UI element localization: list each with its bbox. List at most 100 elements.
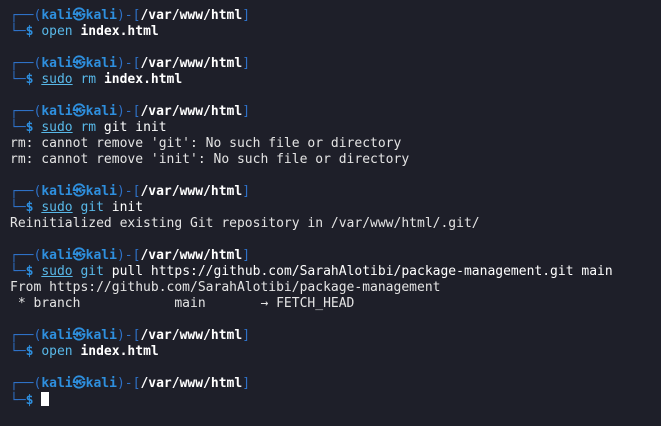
prompt-corner-bottom: └─ [10, 200, 26, 215]
command-token: open [41, 24, 73, 39]
command-line: └─$ open index.html [10, 24, 661, 40]
prompt-user: kali [41, 328, 73, 343]
command-token: git [80, 264, 104, 279]
prompt-bracket-close: ] [242, 56, 251, 71]
prompt-host: kali [85, 376, 117, 391]
prompt-bracket: )-[ [116, 376, 141, 391]
prompt-corner: ┌──( [10, 248, 42, 263]
command-token: rm [80, 72, 97, 87]
command-token: open [41, 344, 73, 359]
prompt-bracket-close: ] [242, 8, 251, 23]
prompt-bracket: )-[ [116, 184, 141, 199]
prompt-header: ┌──(kali㉿kali)-[/var/www/html] [10, 328, 661, 344]
prompt-corner: ┌──( [10, 184, 42, 199]
prompt-host: kali [85, 248, 117, 263]
command-token: index.html [80, 344, 159, 359]
prompt-directory: /var/www/html [140, 376, 243, 391]
prompt-header: ┌──(kali㉿kali)-[/var/www/html] [10, 104, 661, 120]
terminal-window[interactable]: ┌──(kali㉿kali)-[/var/www/html] └─$ open i… [0, 0, 661, 426]
prompt-user: kali [41, 104, 73, 119]
prompt-corner: ┌──( [10, 8, 42, 23]
prompt-bracket: )-[ [116, 104, 141, 119]
prompt-user: kali [41, 184, 73, 199]
prompt-user: kali [41, 376, 73, 391]
prompt-corner: ┌──( [10, 328, 42, 343]
active-command-line[interactable]: └─$ [10, 392, 661, 408]
prompt-header: ┌──(kali㉿kali)-[/var/www/html] [10, 376, 661, 392]
prompt-corner-bottom: └─ [10, 393, 26, 408]
command-token: sudo [41, 200, 73, 215]
command-token: sudo [41, 72, 73, 87]
prompt-at-symbol: ㉿ [72, 8, 86, 23]
command-line: └─$ sudo rm index.html [10, 72, 661, 88]
prompt-header: ┌──(kali㉿kali)-[/var/www/html] [10, 248, 661, 264]
prompt-corner: ┌──( [10, 104, 42, 119]
command-token [96, 72, 104, 87]
prompt-user: kali [41, 56, 73, 71]
output-line: Reinitialized existing Git repository in… [10, 216, 480, 231]
prompt-header: ┌──(kali㉿kali)-[/var/www/html] [10, 184, 661, 200]
prompt-bracket-close: ] [242, 328, 251, 343]
output-line: * branch main → FETCH_HEAD [10, 296, 355, 311]
prompt-directory: /var/www/html [140, 328, 243, 343]
prompt-corner: ┌──( [10, 56, 42, 71]
output-line: rm: cannot remove 'init': No such file o… [10, 152, 410, 167]
prompt-at-symbol: ㉿ [72, 376, 86, 391]
prompt-directory: /var/www/html [140, 184, 243, 199]
prompt-bracket: )-[ [116, 328, 141, 343]
command-token: rm [80, 120, 97, 135]
prompt-host: kali [85, 56, 117, 71]
prompt-bracket: )-[ [116, 248, 141, 263]
command-token: pull https://github.com/SarahAlotibi/pac… [103, 264, 613, 279]
prompt-directory: /var/www/html [140, 104, 243, 119]
prompt-corner-bottom: └─ [10, 264, 26, 279]
prompt-bracket: )-[ [116, 8, 141, 23]
command-token: init [103, 200, 144, 215]
prompt-at-symbol: ㉿ [72, 56, 86, 71]
text-cursor[interactable] [41, 392, 50, 406]
prompt-directory: /var/www/html [140, 56, 243, 71]
prompt-corner: ┌──( [10, 376, 42, 391]
command-token: index.html [80, 24, 159, 39]
prompt-user: kali [41, 248, 73, 263]
prompt-bracket: )-[ [116, 56, 141, 71]
command-line: └─$ open index.html [10, 344, 661, 360]
output-line: From https://github.com/SarahAlotibi/pac… [10, 280, 441, 295]
prompt-host: kali [85, 104, 117, 119]
command-token: git [80, 200, 104, 215]
prompt-bracket-close: ] [242, 248, 251, 263]
prompt-host: kali [85, 184, 117, 199]
prompt-bracket-close: ] [242, 104, 251, 119]
prompt-corner-bottom: └─ [10, 72, 26, 87]
prompt-bracket-close: ] [242, 376, 251, 391]
prompt-at-symbol: ㉿ [72, 328, 86, 343]
command-line: └─$ sudo rm git init [10, 120, 661, 136]
command-line: └─$ sudo git init [10, 200, 661, 216]
command-token: index.html [103, 72, 183, 87]
prompt-host: kali [85, 328, 117, 343]
prompt-corner-bottom: └─ [10, 344, 26, 359]
prompt-host: kali [85, 8, 117, 23]
command-token: sudo [41, 120, 73, 135]
prompt-at-symbol: ㉿ [72, 248, 86, 263]
output-line: rm: cannot remove 'git': No such file or… [10, 136, 402, 151]
command-token: git init [96, 120, 167, 135]
prompt-header: ┌──(kali㉿kali)-[/var/www/html] [10, 56, 661, 72]
prompt-directory: /var/www/html [140, 248, 243, 263]
prompt-corner-bottom: └─ [10, 24, 26, 39]
prompt-at-symbol: ㉿ [72, 184, 86, 199]
prompt-directory: /var/www/html [140, 8, 243, 23]
prompt-header: ┌──(kali㉿kali)-[/var/www/html] [10, 8, 661, 24]
command-token: sudo [41, 264, 73, 279]
prompt-bracket-close: ] [242, 184, 251, 199]
prompt-user: kali [41, 8, 73, 23]
prompt-corner-bottom: └─ [10, 120, 26, 135]
prompt-at-symbol: ㉿ [72, 104, 86, 119]
